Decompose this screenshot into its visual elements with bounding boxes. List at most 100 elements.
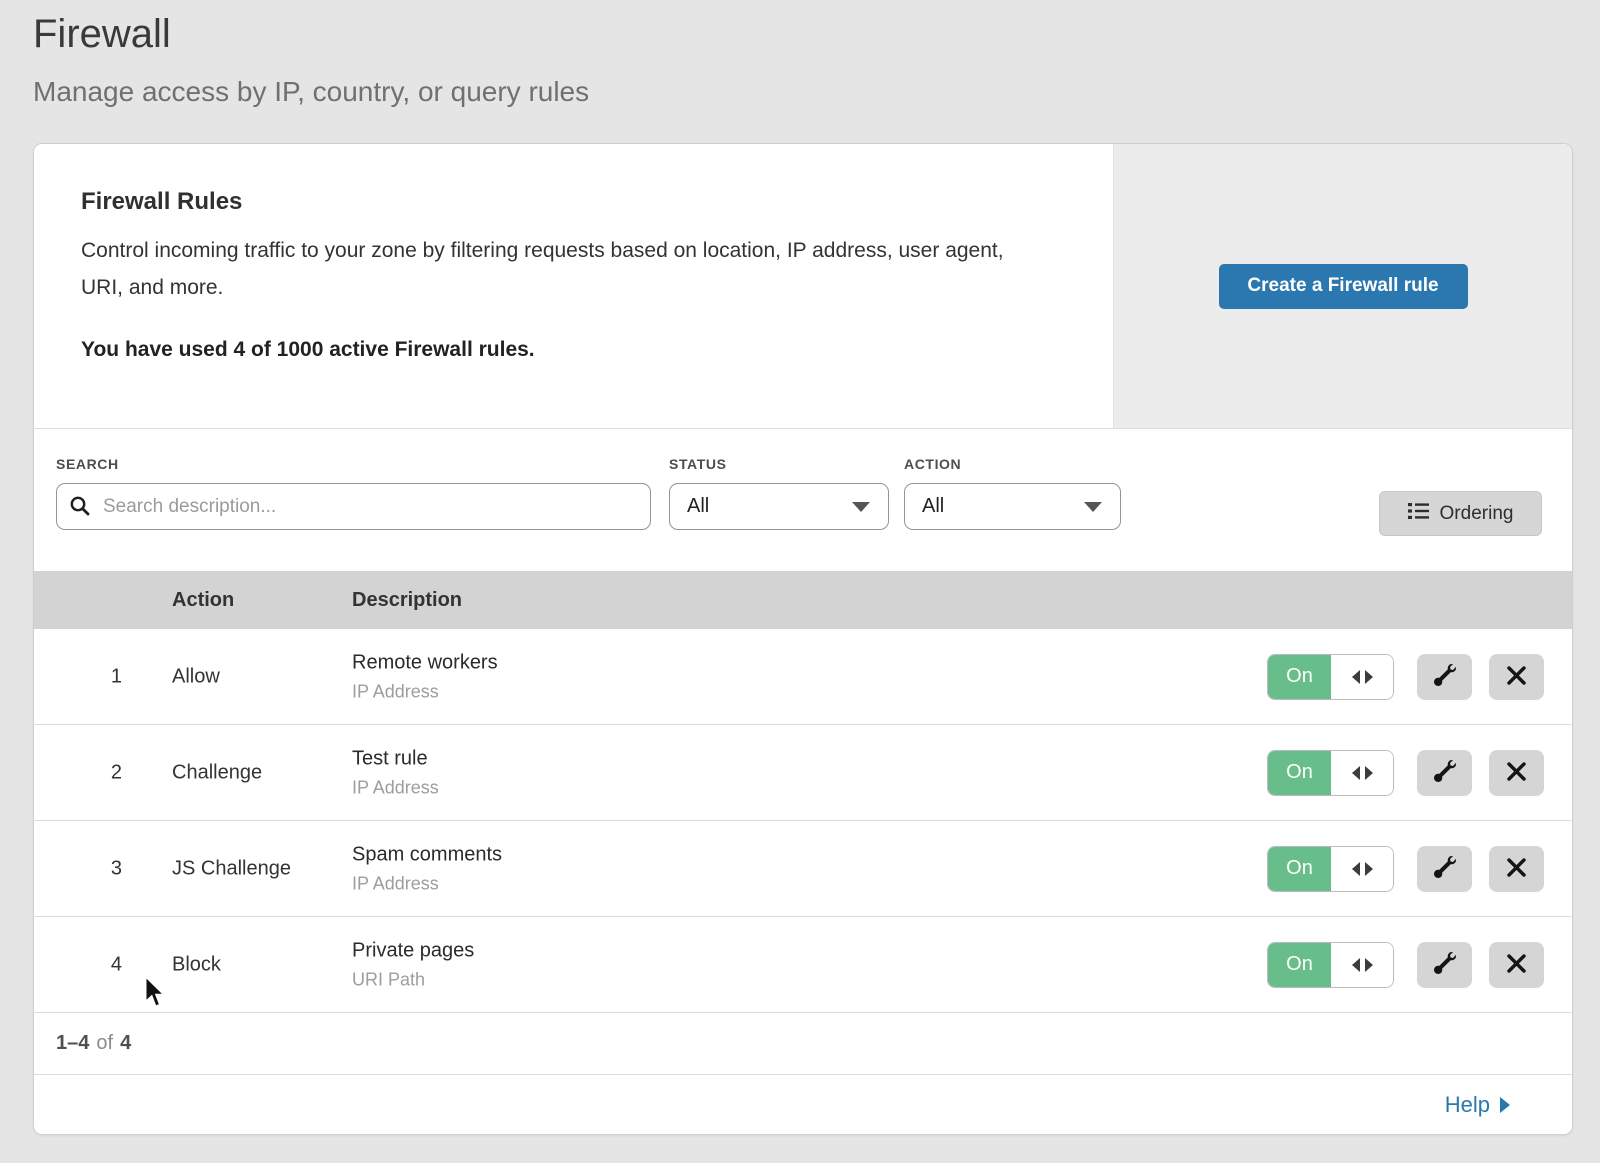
rule-priority: 4 xyxy=(34,953,122,976)
arrow-left-icon xyxy=(1352,766,1360,780)
search-label: SEARCH xyxy=(56,456,651,472)
rule-description-cell: Private pages URI Path xyxy=(352,939,474,990)
rule-description: Spam comments xyxy=(352,843,502,866)
arrow-left-icon xyxy=(1352,862,1360,876)
toggle-handle xyxy=(1331,751,1393,795)
wrench-icon xyxy=(1434,856,1456,881)
close-icon xyxy=(1506,857,1527,881)
toggle-handle xyxy=(1331,847,1393,891)
action-select-value: All xyxy=(922,495,944,518)
action-select[interactable]: All xyxy=(904,483,1121,530)
arrow-left-icon xyxy=(1352,958,1360,972)
search-filter-group: SEARCH xyxy=(56,456,651,530)
edit-rule-button[interactable] xyxy=(1417,654,1472,700)
wrench-icon xyxy=(1434,664,1456,689)
help-link[interactable]: Help xyxy=(1445,1092,1510,1118)
table-row: 4 Block Private pages URI Path On xyxy=(34,917,1572,1013)
chevron-down-icon xyxy=(1084,502,1102,512)
hero-heading: Firewall Rules xyxy=(81,188,1053,216)
filters-bar: SEARCH STATUS All ACTION All xyxy=(34,429,1572,571)
wrench-icon xyxy=(1434,952,1456,977)
rule-toggle[interactable]: On xyxy=(1267,846,1394,892)
pagination-range: 1–4 xyxy=(56,1032,89,1055)
edit-rule-button[interactable] xyxy=(1417,846,1472,892)
status-select-value: All xyxy=(687,495,709,518)
column-header-action: Action xyxy=(172,571,234,629)
search-input[interactable] xyxy=(56,483,651,530)
hero-section: Firewall Rules Control incoming traffic … xyxy=(34,144,1572,429)
rule-match-field: IP Address xyxy=(352,777,439,798)
rule-priority: 2 xyxy=(34,761,122,784)
rule-match-field: IP Address xyxy=(352,681,498,702)
page-title: Firewall xyxy=(33,8,589,60)
wrench-icon xyxy=(1434,760,1456,785)
rule-toggle[interactable]: On xyxy=(1267,750,1394,796)
arrow-right-icon xyxy=(1365,958,1373,972)
arrow-right-icon xyxy=(1365,670,1373,684)
rule-description: Private pages xyxy=(352,939,474,962)
toggle-handle xyxy=(1331,943,1393,987)
toggle-on-segment: On xyxy=(1268,751,1331,795)
table-row: 2 Challenge Test rule IP Address On xyxy=(34,725,1572,821)
action-label: ACTION xyxy=(904,456,1121,472)
action-filter-group: ACTION All xyxy=(904,456,1121,530)
rule-description-cell: Remote workers IP Address xyxy=(352,651,498,702)
close-icon xyxy=(1506,665,1527,689)
search-icon xyxy=(69,495,91,522)
delete-rule-button[interactable] xyxy=(1489,846,1544,892)
arrow-right-icon xyxy=(1365,766,1373,780)
rule-description-cell: Test rule IP Address xyxy=(352,747,439,798)
hero-action-panel: Create a Firewall rule xyxy=(1113,144,1572,428)
rule-action: Block xyxy=(172,953,221,976)
rule-priority: 1 xyxy=(34,665,122,688)
firewall-rules-card: Firewall Rules Control incoming traffic … xyxy=(33,143,1573,1135)
rule-action: Challenge xyxy=(172,761,262,784)
rule-description: Remote workers xyxy=(352,651,498,674)
page-header: Firewall Manage access by IP, country, o… xyxy=(33,8,589,110)
table-row: 3 JS Challenge Spam comments IP Address … xyxy=(34,821,1572,917)
rule-description-cell: Spam comments IP Address xyxy=(352,843,502,894)
delete-rule-button[interactable] xyxy=(1489,750,1544,796)
table-header: Action Description xyxy=(34,571,1572,629)
row-controls: On xyxy=(1267,942,1544,988)
column-header-description: Description xyxy=(352,571,462,629)
pagination-total: 4 xyxy=(120,1032,131,1055)
table-row: 1 Allow Remote workers IP Address On xyxy=(34,629,1572,725)
hero-description: Control incoming traffic to your zone by… xyxy=(81,232,1031,306)
toggle-on-segment: On xyxy=(1268,847,1331,891)
help-link-label: Help xyxy=(1445,1092,1490,1118)
edit-rule-button[interactable] xyxy=(1417,942,1472,988)
hero-text-panel: Firewall Rules Control incoming traffic … xyxy=(34,144,1113,428)
status-label: STATUS xyxy=(669,456,889,472)
close-icon xyxy=(1506,953,1527,977)
rule-action: Allow xyxy=(172,665,220,688)
status-select[interactable]: All xyxy=(669,483,889,530)
usage-note: You have used 4 of 1000 active Firewall … xyxy=(81,338,1053,362)
status-filter-group: STATUS All xyxy=(669,456,889,530)
toggle-on-segment: On xyxy=(1268,943,1331,987)
arrow-right-icon xyxy=(1365,862,1373,876)
caret-right-icon xyxy=(1500,1097,1510,1113)
rule-toggle[interactable]: On xyxy=(1267,942,1394,988)
row-controls: On xyxy=(1267,846,1544,892)
page-subtitle: Manage access by IP, country, or query r… xyxy=(33,74,589,110)
pagination-bar: 1–4 of 4 xyxy=(34,1013,1572,1075)
ordering-button-label: Ordering xyxy=(1440,503,1514,525)
card-footer: Help xyxy=(34,1075,1572,1135)
toggle-handle xyxy=(1331,655,1393,699)
search-box xyxy=(56,483,651,530)
rule-match-field: URI Path xyxy=(352,969,474,990)
delete-rule-button[interactable] xyxy=(1489,942,1544,988)
close-icon xyxy=(1506,761,1527,785)
rule-toggle[interactable]: On xyxy=(1267,654,1394,700)
rule-action: JS Challenge xyxy=(172,857,291,880)
pagination-separator: of xyxy=(96,1032,113,1055)
create-firewall-rule-button[interactable]: Create a Firewall rule xyxy=(1219,264,1468,309)
rule-description: Test rule xyxy=(352,747,439,770)
ordered-list-icon xyxy=(1408,502,1429,526)
row-controls: On xyxy=(1267,750,1544,796)
rule-match-field: IP Address xyxy=(352,873,502,894)
delete-rule-button[interactable] xyxy=(1489,654,1544,700)
edit-rule-button[interactable] xyxy=(1417,750,1472,796)
ordering-button[interactable]: Ordering xyxy=(1379,491,1542,536)
